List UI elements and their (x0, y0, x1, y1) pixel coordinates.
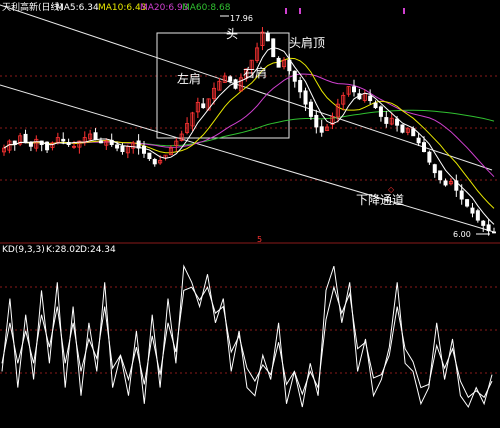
candle-down (475, 210, 480, 221)
candle-down (61, 138, 66, 142)
candle-down (93, 132, 98, 140)
candle-down (416, 137, 421, 144)
candle-down (400, 124, 405, 133)
high-price-label: 17.96 (230, 14, 253, 23)
candle-down (23, 133, 28, 144)
candle-down (201, 103, 206, 109)
kd-k-value: K:28.02 (46, 245, 81, 255)
candle-down (459, 190, 464, 200)
candle-down (491, 231, 496, 234)
left-shoulder-label: 左肩 (177, 71, 201, 86)
candle-down (228, 76, 233, 82)
candle-down (303, 90, 308, 105)
head-label: 头 (226, 27, 238, 41)
candle-down (28, 142, 33, 147)
candle-down (233, 79, 238, 89)
stock-chart: 天利高新(日线) MA5:6.34 MA10:6.43 MA20:6.93 MA… (0, 0, 500, 428)
candle-down (276, 57, 281, 68)
candle-down (147, 152, 152, 160)
candle-down (141, 145, 146, 154)
candle-down (432, 164, 437, 174)
candle-down (395, 118, 400, 126)
candle-down (378, 106, 383, 117)
candle-down (45, 141, 50, 151)
candle-down (486, 224, 491, 232)
candle-down (470, 207, 475, 214)
candle-down (443, 180, 448, 186)
candle-down (465, 199, 470, 207)
candle-down (421, 142, 426, 153)
candle-down (368, 95, 373, 102)
candle-down (319, 126, 324, 133)
stock-title: 天利高新(日线) (2, 1, 63, 13)
candle-down (351, 86, 356, 93)
candle-down (427, 151, 432, 163)
channel-marker: ◇ (388, 185, 395, 194)
ma5-label: MA5:6.34 (56, 3, 99, 13)
candle-down (298, 80, 303, 93)
candle-down (384, 117, 389, 124)
candle-down (308, 101, 313, 117)
candle-down (120, 145, 125, 153)
kd-label: KD(9,3,3) (2, 245, 45, 255)
candle-down (98, 140, 103, 144)
channel-label: 下降通道 (356, 193, 404, 207)
kd-d-value: D:24.34 (80, 245, 116, 255)
candle-down (481, 220, 486, 226)
candle-down (438, 170, 443, 181)
candle-down (292, 70, 297, 82)
candle-down (314, 114, 319, 128)
candle-down (115, 144, 120, 149)
pattern-label: 头肩顶 (289, 35, 325, 50)
candle-down (265, 32, 270, 42)
divider-mark: 5 (257, 235, 262, 244)
right-shoulder-label: 右肩 (243, 65, 267, 80)
candle-down (152, 158, 157, 165)
low-price-label: 6.00 (453, 230, 471, 239)
candle-down (373, 102, 378, 109)
ma60-label: MA60:8.68 (182, 3, 231, 13)
